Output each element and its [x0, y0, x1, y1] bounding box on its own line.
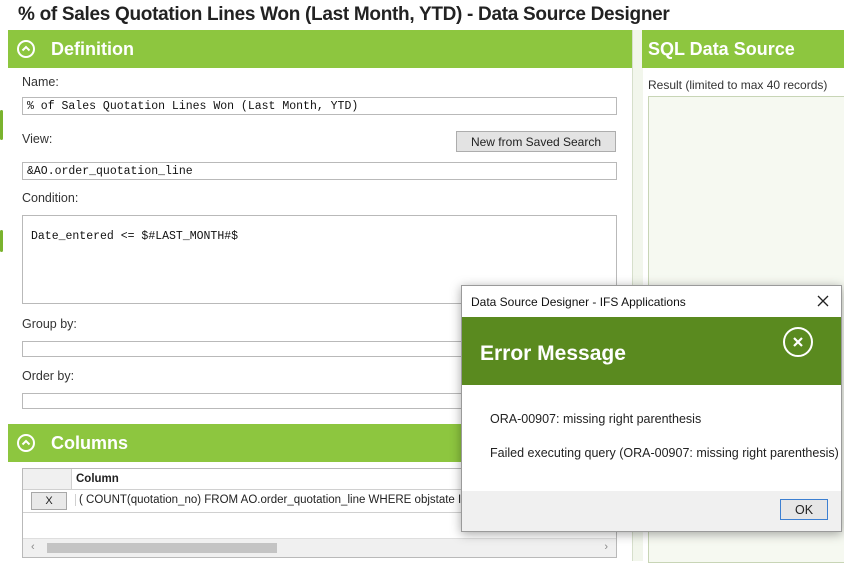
grid-corner: [23, 469, 72, 489]
close-icon[interactable]: [813, 291, 833, 311]
new-from-saved-search-button[interactable]: New from Saved Search: [456, 131, 616, 152]
columns-header-label: Columns: [51, 432, 129, 453]
left-edge-strip: [0, 30, 8, 561]
error-message-1: ORA-00907: missing right parenthesis: [490, 412, 702, 426]
error-dialog: Data Source Designer - IFS Applications …: [461, 285, 842, 532]
edge-mark: [0, 110, 3, 140]
ok-button[interactable]: OK: [780, 499, 828, 520]
name-input[interactable]: % of Sales Quotation Lines Won (Last Mon…: [22, 97, 617, 115]
error-message-2: Failed executing query (ORA-00907: missi…: [490, 446, 839, 460]
order-by-label: Order by:: [22, 369, 75, 383]
dialog-heading: Error Message: [480, 342, 626, 365]
collapse-up-icon[interactable]: [17, 40, 35, 58]
sql-header: SQL Data Source: [642, 30, 844, 68]
error-close-circle-icon[interactable]: [783, 327, 813, 357]
dialog-footer: OK: [462, 491, 841, 531]
name-label: Name:: [22, 75, 59, 89]
view-input[interactable]: &AO.order_quotation_line: [22, 162, 617, 180]
edge-mark: [0, 230, 3, 252]
column-header: Column: [76, 473, 119, 485]
view-label: View:: [22, 132, 53, 146]
sql-header-label: SQL Data Source: [648, 38, 795, 59]
dialog-banner: Error Message: [462, 317, 841, 385]
scroll-left-icon[interactable]: ‹: [31, 541, 35, 553]
page-title: % of Sales Quotation Lines Won (Last Mon…: [18, 4, 670, 25]
remove-row-button[interactable]: X: [31, 492, 67, 510]
definition-header[interactable]: Definition: [8, 30, 632, 68]
horizontal-scrollbar[interactable]: ‹ ›: [23, 538, 616, 557]
collapse-up-icon[interactable]: [17, 434, 35, 452]
scroll-right-icon[interactable]: ›: [604, 541, 608, 553]
dialog-titlebar[interactable]: Data Source Designer - IFS Applications: [462, 286, 841, 317]
scrollbar-thumb[interactable]: [47, 543, 277, 553]
result-label: Result (limited to max 40 records): [648, 78, 828, 92]
dialog-title: Data Source Designer - IFS Applications: [471, 295, 686, 309]
group-by-label: Group by:: [22, 317, 77, 331]
definition-header-label: Definition: [51, 38, 134, 59]
condition-label: Condition:: [22, 191, 79, 205]
column-cell[interactable]: ( COUNT(quotation_no) FROM AO.order_quot…: [75, 494, 496, 506]
